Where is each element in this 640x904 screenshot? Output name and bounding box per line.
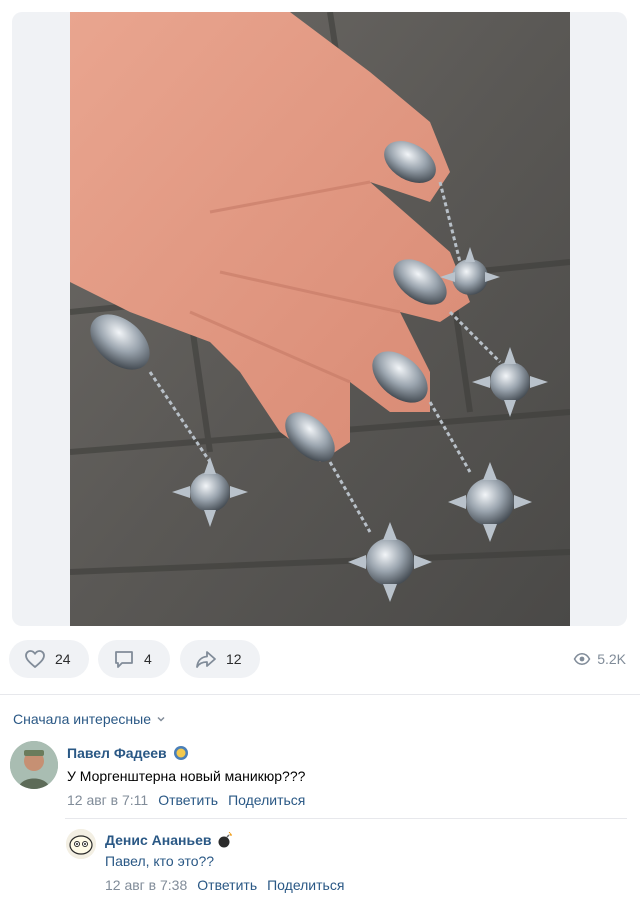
post-actions-bar: 24 4 12 5.2K xyxy=(0,640,640,680)
comment-text: У Моргенштерна новый маникюр??? xyxy=(67,768,306,784)
eye-icon xyxy=(573,652,591,666)
badge-icon xyxy=(173,746,188,760)
bomb-icon xyxy=(218,832,233,848)
comment-meta: 12 авг в 7:11 Ответить Поделиться xyxy=(67,792,305,808)
share-count: 12 xyxy=(226,651,242,667)
reply-meta: 12 авг в 7:38 Ответить Поделиться xyxy=(105,877,344,893)
views-counter: 5.2K xyxy=(573,650,626,668)
share-link[interactable]: Поделиться xyxy=(267,877,344,893)
divider xyxy=(0,694,640,695)
reply-text: Павел, кто это?? xyxy=(105,853,215,869)
reply-date[interactable]: 12 авг в 7:38 xyxy=(105,877,187,893)
avatar[interactable] xyxy=(10,741,58,789)
share-link[interactable]: Поделиться xyxy=(228,792,305,808)
comment-button[interactable]: 4 xyxy=(98,640,170,678)
comment-divider xyxy=(65,818,627,819)
share-button[interactable]: 12 xyxy=(180,640,260,678)
post-photo-container xyxy=(12,12,627,626)
avatar-image xyxy=(10,741,58,789)
author-name: Денис Ананьев xyxy=(105,832,212,848)
comment-count: 4 xyxy=(144,651,152,667)
comment-author[interactable]: Павел Фадеев xyxy=(67,745,189,761)
sort-label: Сначала интересные xyxy=(13,711,151,727)
comments-sort-dropdown[interactable]: Сначала интересные xyxy=(13,711,166,727)
avatar-image xyxy=(66,829,96,859)
author-name: Павел Фадеев xyxy=(67,745,167,761)
comment-icon xyxy=(115,651,133,668)
reply-avatar[interactable] xyxy=(66,829,96,859)
reply-author[interactable]: Денис Ананьев xyxy=(105,832,233,848)
chevron-down-icon xyxy=(157,716,165,722)
reply-link[interactable]: Ответить xyxy=(158,792,218,808)
like-count: 24 xyxy=(55,651,71,667)
like-button[interactable]: 24 xyxy=(9,640,89,678)
comment-date[interactable]: 12 авг в 7:11 xyxy=(67,792,148,808)
post-photo[interactable] xyxy=(70,12,570,626)
reply-link[interactable]: Ответить xyxy=(197,877,257,893)
views-count: 5.2K xyxy=(597,651,626,667)
share-arrow-icon xyxy=(196,651,216,668)
heart-icon xyxy=(25,650,45,668)
